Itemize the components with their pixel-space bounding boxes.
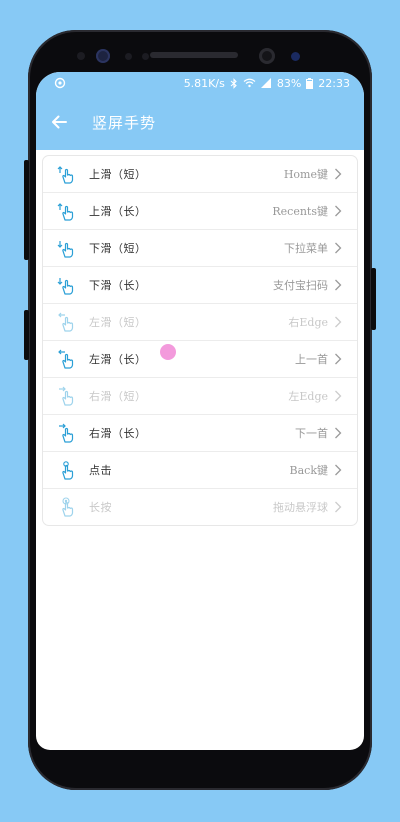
- gesture-label: 上滑（短）: [89, 168, 147, 181]
- gesture-label: 左滑（短）: [89, 316, 147, 329]
- gesture-action-value: 下一首: [295, 427, 328, 440]
- clock: 22:33: [318, 76, 350, 90]
- gesture-action-value: 支付宝扫码: [273, 279, 328, 292]
- front-camera: [259, 48, 275, 64]
- gesture-label: 下滑（长）: [89, 279, 147, 292]
- notification-app-icon: [54, 77, 66, 89]
- swipe-down-long-icon: [55, 274, 77, 296]
- chevron-right-icon: [334, 501, 348, 513]
- gesture-row[interactable]: 右滑（长） 下一首: [43, 415, 357, 452]
- battery-percent: 83%: [276, 76, 302, 90]
- swipe-up-short-icon: [55, 163, 77, 185]
- light-sensor: [142, 53, 149, 60]
- volume-button: [24, 160, 29, 260]
- back-button[interactable]: [38, 94, 80, 150]
- wifi-icon: [243, 78, 256, 88]
- proximity-sensor: [125, 53, 132, 60]
- front-sensor: [77, 52, 85, 60]
- gesture-row[interactable]: 下滑（长） 支付宝扫码: [43, 267, 357, 304]
- power-button: [371, 268, 376, 330]
- gesture-label: 上滑（长）: [89, 205, 147, 218]
- gesture-action-value: 右Edge: [288, 316, 328, 329]
- gesture-row[interactable]: 右滑（短） 左Edge: [43, 378, 357, 415]
- gesture-action-value: 下拉菜单: [284, 242, 328, 255]
- gesture-row[interactable]: 点击 Back键: [43, 452, 357, 489]
- swipe-left-long-icon: [55, 348, 77, 370]
- long-press-icon: [55, 496, 77, 518]
- iris-sensor: [96, 49, 110, 63]
- chevron-right-icon: [334, 390, 348, 402]
- gesture-label: 下滑（短）: [89, 242, 147, 255]
- gesture-action-value: 拖动悬浮球: [273, 501, 328, 514]
- chevron-right-icon: [334, 242, 348, 254]
- swipe-right-short-icon: [55, 385, 77, 407]
- gesture-row[interactable]: 上滑（短） Home键: [43, 156, 357, 193]
- gesture-label: 点击: [89, 464, 112, 477]
- signal-icon: [260, 78, 271, 88]
- gesture-label: 右滑（短）: [89, 390, 147, 403]
- status-bar: 5.81K/s 83% 22:33: [36, 72, 364, 94]
- chevron-right-icon: [334, 427, 348, 439]
- battery-icon: [306, 77, 314, 89]
- chevron-right-icon: [334, 316, 348, 328]
- gesture-action-value: 左Edge: [288, 390, 328, 403]
- arrow-left-icon: [52, 115, 67, 129]
- gesture-action-value: 上一首: [295, 353, 328, 366]
- network-speed: 5.81K/s: [183, 76, 225, 90]
- chevron-right-icon: [334, 353, 348, 365]
- swipe-up-long-icon: [55, 200, 77, 222]
- tap-icon: [55, 459, 77, 481]
- app-bar: 竖屏手势: [36, 94, 364, 150]
- earpiece-speaker: [150, 52, 238, 58]
- bluetooth-icon: [230, 77, 237, 89]
- gesture-row[interactable]: 上滑（长） Recents键: [43, 193, 357, 230]
- iris-led: [291, 52, 300, 61]
- swipe-right-long-icon: [55, 422, 77, 444]
- page-title: 竖屏手势: [92, 113, 157, 132]
- gesture-row[interactable]: 长按 拖动悬浮球: [43, 489, 357, 525]
- chevron-right-icon: [334, 168, 348, 180]
- screen: 5.81K/s 83% 22:33 竖屏手势 上滑（短） Home键 上滑（长）…: [36, 72, 364, 750]
- gesture-label: 左滑（长）: [89, 353, 147, 366]
- gesture-label: 右滑（长）: [89, 427, 147, 440]
- gesture-row[interactable]: 下滑（短） 下拉菜单: [43, 230, 357, 267]
- touch-indicator: [160, 344, 176, 360]
- gesture-row[interactable]: 左滑（长） 上一首: [43, 341, 357, 378]
- chevron-right-icon: [334, 464, 348, 476]
- chevron-right-icon: [334, 205, 348, 217]
- swipe-down-short-icon: [55, 237, 77, 259]
- gesture-action-value: Back键: [289, 464, 328, 477]
- swipe-left-short-icon: [55, 311, 77, 333]
- chevron-right-icon: [334, 279, 348, 291]
- gesture-action-value: Recents键: [272, 205, 328, 218]
- bixby-button: [24, 310, 29, 360]
- gesture-action-value: Home键: [283, 168, 328, 181]
- gesture-row[interactable]: 左滑（短） 右Edge: [43, 304, 357, 341]
- gesture-list: 上滑（短） Home键上滑（长） Recents键下滑（短） 下拉菜单下滑（长） 支付宝…: [42, 155, 358, 526]
- gesture-label: 长按: [89, 501, 112, 514]
